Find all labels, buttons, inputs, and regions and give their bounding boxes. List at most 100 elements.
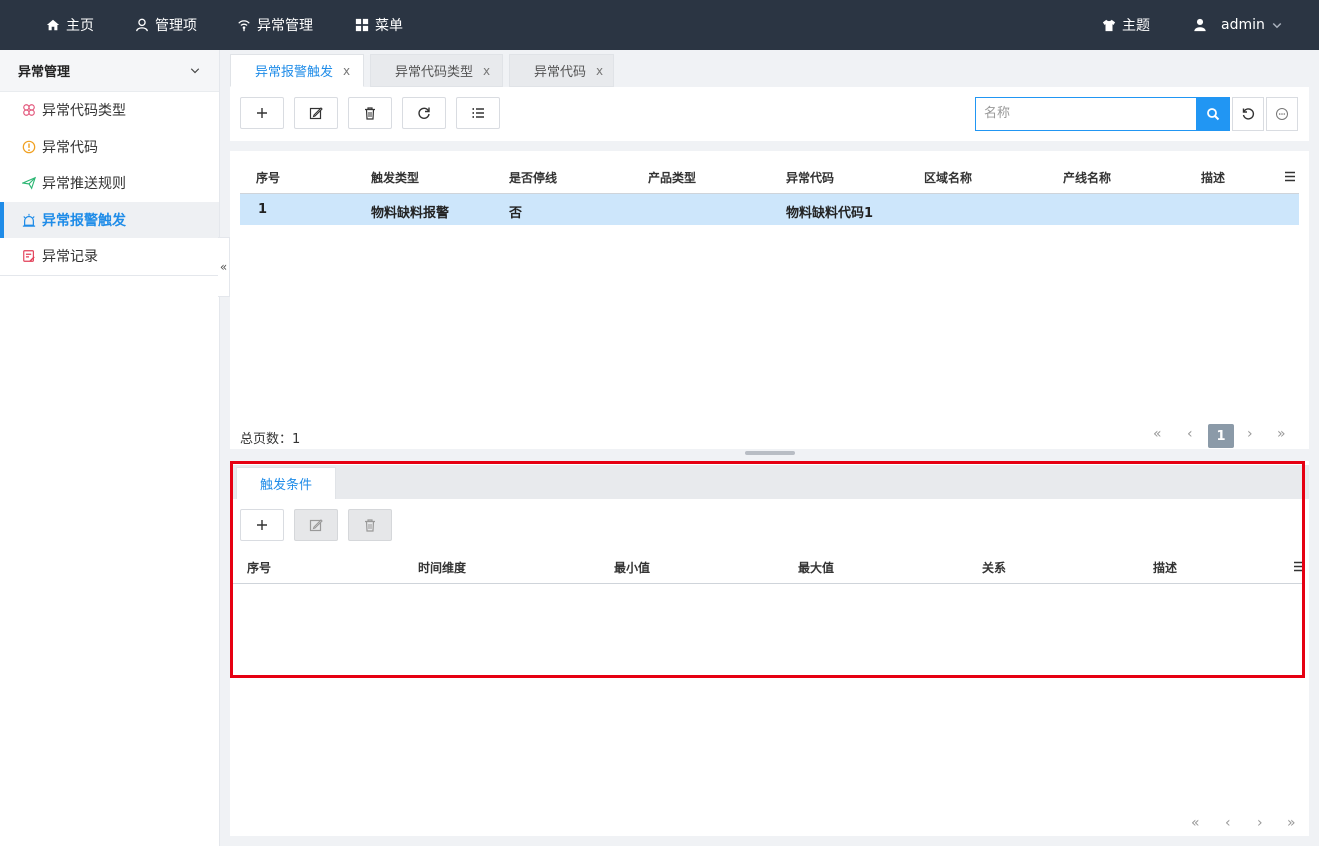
column-list-button[interactable] bbox=[456, 97, 500, 129]
user-solid-icon bbox=[1194, 18, 1206, 32]
nav-menu-label: 菜单 bbox=[375, 18, 403, 34]
list-icon bbox=[472, 108, 484, 118]
reset-icon bbox=[1242, 108, 1255, 120]
column-header[interactable]: 触发类型 bbox=[371, 169, 419, 186]
tab-exception-code[interactable]: 异常代码 x bbox=[509, 54, 614, 87]
refresh-button[interactable] bbox=[402, 97, 446, 129]
warning-circle-icon bbox=[22, 140, 36, 154]
tab-close-icon[interactable]: x bbox=[596, 64, 603, 78]
trash-icon bbox=[365, 519, 375, 532]
flower-icon bbox=[23, 104, 35, 117]
reset-search-button[interactable] bbox=[1232, 97, 1264, 131]
sidebar-item-push-rules[interactable]: 异常推送规则 bbox=[0, 165, 219, 202]
edit-icon bbox=[309, 519, 323, 532]
next-page-button[interactable]: › bbox=[1247, 426, 1253, 442]
sidebar-item-label: 异常报警触发 bbox=[42, 212, 126, 229]
sidebar: 异常管理 异常代码类型 异常代码 异常推送规则 异常报警触发 异常记录 bbox=[0, 50, 220, 846]
table-cell: 否 bbox=[509, 206, 523, 221]
sidebar-item-label: 异常记录 bbox=[42, 249, 98, 266]
table-cell: 物料缺料报警 bbox=[371, 206, 450, 221]
tab-alarm-trigger[interactable]: 异常报警触发 x bbox=[230, 54, 364, 87]
user-icon bbox=[136, 18, 148, 32]
send-icon bbox=[22, 177, 36, 190]
detail-first-page-button[interactable]: « bbox=[1191, 815, 1200, 831]
sidebar-title: 异常管理 bbox=[18, 65, 71, 80]
detail-column-header[interactable]: 时间维度 bbox=[418, 559, 466, 576]
sidebar-item-label: 异常代码类型 bbox=[42, 103, 126, 120]
sidebar-collapse-button[interactable]: « bbox=[218, 237, 230, 297]
column-header[interactable]: 产品类型 bbox=[648, 169, 696, 186]
record-icon bbox=[23, 250, 35, 263]
nav-menu[interactable]: 菜单 bbox=[355, 0, 403, 50]
detail-header-divider bbox=[233, 583, 1303, 584]
panel-splitter[interactable] bbox=[745, 451, 795, 455]
edit-icon bbox=[309, 107, 323, 120]
chevron-down-icon bbox=[1272, 22, 1282, 29]
trash-icon bbox=[365, 107, 375, 120]
column-menu-icon[interactable] bbox=[1293, 561, 1303, 572]
detail-column-header[interactable]: 最大值 bbox=[798, 559, 834, 576]
more-circle-icon bbox=[1276, 108, 1288, 120]
tab-exception-code-type[interactable]: 异常代码类型 x bbox=[370, 54, 503, 87]
nav-exception[interactable]: 异常管理 bbox=[237, 0, 313, 50]
detail-edit-button[interactable] bbox=[294, 509, 338, 541]
detail-column-header[interactable]: 关系 bbox=[982, 559, 1006, 576]
theme-button[interactable]: 主题 bbox=[1102, 0, 1150, 50]
column-header[interactable]: 描述 bbox=[1201, 169, 1225, 186]
detail-delete-button[interactable] bbox=[348, 509, 392, 541]
detail-last-page-button[interactable]: » bbox=[1287, 815, 1296, 831]
tab-trigger-conditions[interactable]: 触发条件 bbox=[236, 467, 336, 499]
column-header[interactable]: 序号 bbox=[256, 169, 280, 186]
chevron-down-icon bbox=[190, 67, 200, 73]
detail-next-page-button[interactable]: › bbox=[1257, 815, 1263, 831]
current-page-button[interactable]: 1 bbox=[1208, 424, 1234, 448]
sidebar-item-exception-code-type[interactable]: 异常代码类型 bbox=[0, 92, 219, 129]
plus-icon bbox=[257, 108, 267, 118]
nav-home-label: 主页 bbox=[66, 18, 94, 34]
nav-home[interactable]: 主页 bbox=[46, 0, 94, 50]
nav-exception-label: 异常管理 bbox=[257, 18, 313, 34]
delete-button[interactable] bbox=[348, 97, 392, 129]
advanced-search-button[interactable] bbox=[1266, 97, 1298, 131]
table-cell: 物料缺料代码1 bbox=[786, 206, 874, 221]
top-navbar: 主页 管理项 异常管理 菜单 主题 admin bbox=[0, 0, 1319, 50]
tab-label: 异常代码类型 bbox=[395, 65, 474, 80]
column-header[interactable]: 异常代码 bbox=[786, 169, 834, 186]
sidebar-item-exception-records[interactable]: 异常记录 bbox=[0, 238, 219, 275]
theme-label: 主题 bbox=[1122, 18, 1150, 34]
sidebar-item-exception-code[interactable]: 异常代码 bbox=[0, 129, 219, 166]
column-menu-icon[interactable] bbox=[1284, 171, 1296, 182]
tab-label: 异常报警触发 bbox=[255, 65, 334, 80]
sidebar-group-header[interactable]: 异常管理 bbox=[0, 50, 219, 92]
column-header[interactable]: 产线名称 bbox=[1063, 169, 1111, 186]
detail-add-button[interactable] bbox=[240, 509, 284, 541]
last-page-button[interactable]: » bbox=[1277, 426, 1286, 442]
table-cell: 1 bbox=[258, 202, 268, 217]
nav-management-label: 管理项 bbox=[155, 18, 197, 34]
search-input[interactable]: 名称 bbox=[975, 97, 1197, 131]
user-name: admin bbox=[1221, 17, 1265, 33]
detail-column-header[interactable]: 描述 bbox=[1153, 559, 1177, 576]
tab-close-icon[interactable]: x bbox=[343, 64, 350, 78]
column-header[interactable]: 是否停线 bbox=[509, 169, 557, 186]
shirt-icon bbox=[1102, 19, 1116, 32]
alarm-icon bbox=[22, 213, 36, 227]
search-icon bbox=[1207, 108, 1220, 121]
edit-button[interactable] bbox=[294, 97, 338, 129]
plus-icon bbox=[257, 520, 267, 530]
nav-management[interactable]: 管理项 bbox=[135, 0, 197, 50]
user-menu[interactable]: admin bbox=[1193, 0, 1283, 50]
detail-column-header[interactable]: 最小值 bbox=[614, 559, 650, 576]
sidebar-item-alarm-trigger[interactable]: 异常报警触发 bbox=[0, 201, 219, 238]
home-icon bbox=[46, 19, 60, 31]
first-page-button[interactable]: « bbox=[1153, 426, 1162, 442]
detail-column-header[interactable]: 序号 bbox=[247, 559, 271, 576]
add-button[interactable] bbox=[240, 97, 284, 129]
detail-prev-page-button[interactable]: ‹ bbox=[1225, 815, 1231, 831]
sidebar-item-label: 异常代码 bbox=[42, 139, 98, 156]
column-header[interactable]: 区域名称 bbox=[924, 169, 972, 186]
prev-page-button[interactable]: ‹ bbox=[1187, 426, 1193, 442]
search-button[interactable] bbox=[1196, 97, 1230, 131]
grid-icon bbox=[355, 18, 369, 32]
tab-close-icon[interactable]: x bbox=[483, 64, 490, 78]
